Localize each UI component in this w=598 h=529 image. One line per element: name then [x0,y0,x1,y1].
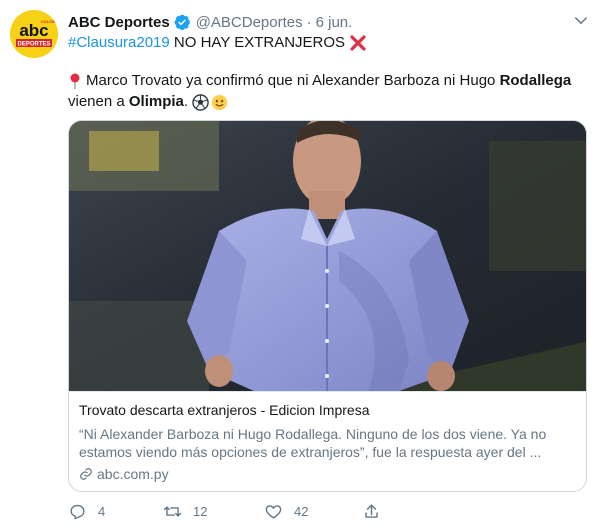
card-description-line-1: “Ni Alexander Barboza ni Hugo Rodallega.… [79,426,547,442]
tweet-headline-line: #Clausura2019 NO HAY EXTRANJEROS [68,33,367,53]
body-line-2-end: . [183,93,189,110]
tweet[interactable]: abc DEPORTES COLOR ABC Deportes @ABCDepo… [0,0,598,529]
verified-badge-icon [173,13,191,31]
headline-text: NO HAY EXTRANJEROS [173,34,346,51]
avatar[interactable]: abc DEPORTES COLOR [10,10,58,58]
like-count: 42 [294,504,309,519]
tweet-body: Marco Trovato ya confirmó que ni Alexand… [68,71,583,112]
like-button[interactable]: 42 [264,502,308,521]
tweet-actions: 4 12 42 [68,502,398,522]
body-line-1-text: Marco Trovato ya confirmó que ni Alexand… [86,72,496,89]
smiling-face-icon [211,94,228,111]
reply-count: 4 [98,504,106,519]
tweet-date[interactable]: 6 jun. [316,14,353,31]
body-line-2-text: vienen a [68,93,125,110]
body-bold-club: Olimpia [128,93,184,110]
header-separator: · [306,13,312,31]
reply-button[interactable]: 4 [68,502,105,521]
card-description: “Ni Alexander Barboza ni Hugo Rodallega.… [79,425,577,461]
retweet-count: 12 [193,504,208,519]
share-icon [362,502,381,521]
card-image[interactable] [69,121,586,391]
card-domain-text: abc.com.py [97,466,169,482]
body-bold-name: Rodallega [499,72,572,89]
account-handle[interactable]: @ABCDeportes [196,14,303,31]
hashtag-link[interactable]: #Clausura2019 [68,33,170,53]
avatar-color-text: COLOR [41,19,56,24]
link-card[interactable]: Trovato descarta extranjeros - Edicion I… [68,120,587,492]
heart-icon [264,502,283,521]
share-button[interactable] [362,502,381,521]
tweet-header: ABC Deportes @ABCDeportes · 6 jun. [68,12,352,32]
avatar-sub-text: DEPORTES [17,42,50,48]
card-title[interactable]: Trovato descarta extranjeros - Edicion I… [79,402,370,418]
soccer-ball-icon [192,93,209,111]
account-name[interactable]: ABC Deportes [68,14,170,31]
card-divider [69,391,586,392]
card-domain[interactable]: abc.com.py [79,466,169,482]
card-description-line-2: estamos viendo más opciones de extranjer… [79,444,542,460]
retweet-button[interactable]: 12 [163,502,207,521]
link-icon [79,467,93,481]
chevron-down-icon[interactable] [572,12,590,30]
cross-mark-icon [349,34,367,52]
reply-icon [68,502,87,521]
retweet-icon [163,502,182,521]
pushpin-icon [68,72,82,90]
